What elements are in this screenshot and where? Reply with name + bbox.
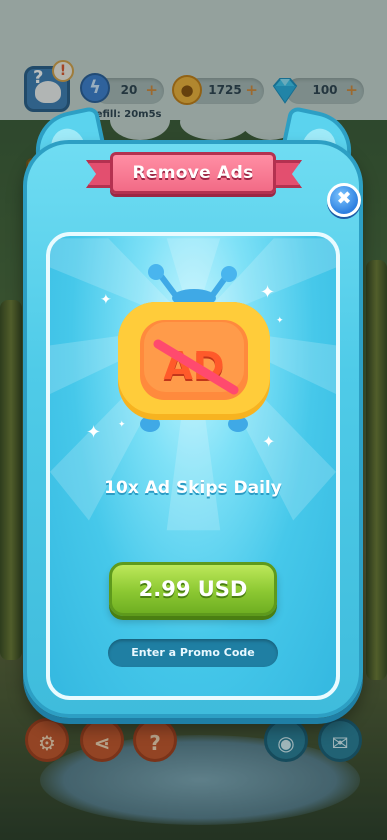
promo-code-button[interactable]: Enter a Promo Code <box>108 639 278 667</box>
title-ribbon: Remove Ads <box>110 152 276 194</box>
sparkle-icon: ✦ <box>86 422 102 443</box>
close-button[interactable]: ✖ <box>327 183 361 217</box>
offer-description: 10x Ad Skips Daily <box>104 478 282 498</box>
close-icon: ✖ <box>336 188 352 209</box>
promo-code-label: Enter a Promo Code <box>131 646 255 659</box>
purchase-button[interactable]: 2.99 USD <box>109 562 277 616</box>
no-ads-tv-illustration: AD <box>110 262 278 442</box>
modal-title: Remove Ads <box>132 163 254 183</box>
strike-line <box>153 339 239 395</box>
purchase-price: 2.99 USD <box>138 577 248 601</box>
